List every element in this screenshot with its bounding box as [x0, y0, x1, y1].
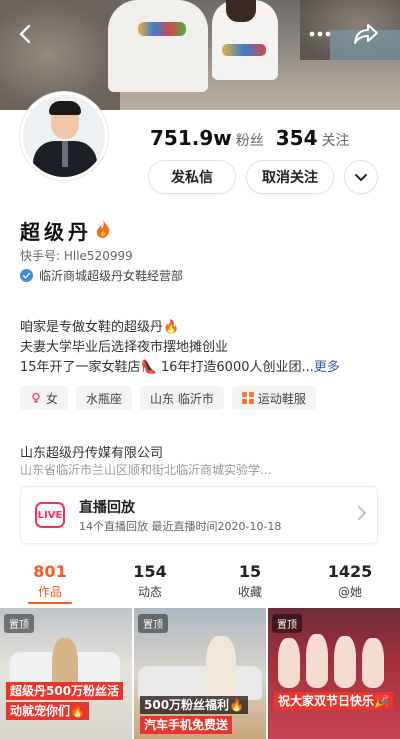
profile-tags: 女 水瓶座 山东 临沂市 运动鞋服 — [20, 386, 316, 410]
profile-name: 超级丹 — [20, 216, 112, 245]
avatar-tie — [62, 141, 68, 167]
video-thumbnail[interactable]: 置顶 500万粉丝福利🔥 汽车手机免费送 — [134, 608, 266, 739]
tab-mentions[interactable]: 1425 @她 — [300, 562, 400, 606]
tab-label: 收藏 — [237, 585, 262, 599]
tab-count: 154 — [133, 562, 167, 581]
thumb-car — [138, 666, 262, 700]
video-caption: 500万粉丝福利🔥 — [140, 696, 248, 714]
pinned-badge: 置顶 — [272, 614, 302, 633]
video-caption: 祝大家双节日快乐🎉 — [274, 692, 393, 710]
fans-count: 751.9w — [150, 126, 232, 150]
video-thumbnail[interactable]: 置顶 祝大家双节日快乐🎉 — [268, 608, 400, 739]
kuaishou-id[interactable]: 快手号: Hlle520999 — [20, 247, 133, 264]
live-replay-subtitle: 14个直播回放 最近直播时间2020-10-18 — [79, 520, 282, 533]
video-caption: 汽车手机免费送 — [140, 716, 233, 734]
tab-count: 15 — [238, 562, 262, 581]
following-count: 354 — [275, 126, 318, 150]
bio-line: 15年开了一家女鞋店👠 16年打造6000人创业团... — [20, 360, 314, 375]
fans-label: 粉丝 — [235, 133, 264, 149]
sports-grid-icon — [241, 392, 254, 404]
thumb-person — [306, 634, 328, 688]
cover-shirt-logo — [222, 44, 266, 56]
tag-label: 水瓶座 — [86, 391, 123, 406]
fans-stat[interactable]: 751.9w 粉丝 — [150, 126, 264, 150]
tag-zodiac: 水瓶座 — [76, 386, 133, 410]
female-icon — [32, 392, 40, 403]
thumb-person — [278, 638, 300, 688]
following-stat[interactable]: 354 关注 — [276, 126, 350, 150]
chevron-down-icon — [355, 174, 367, 181]
fire-icon — [94, 219, 112, 244]
bio: 咱家是专做女鞋的超级丹🔥 夫妻大学毕业后选择夜市摆地摊创业 15年开了一家女鞋店… — [20, 318, 380, 378]
tab-count: 1425 — [327, 562, 373, 581]
tab-works[interactable]: 801 作品 — [0, 562, 100, 606]
cover-person-left — [108, 0, 208, 92]
video-caption: 动就宠你们🔥 — [6, 702, 89, 720]
cover-hair — [226, 0, 256, 22]
thumb-person — [362, 638, 384, 688]
more-dots-icon[interactable] — [300, 14, 340, 54]
pinned-badge: 置顶 — [138, 614, 168, 633]
stats-row: 751.9w 粉丝 354 关注 — [150, 126, 350, 150]
following-label: 关注 — [321, 133, 350, 149]
thumb-person — [206, 636, 236, 700]
company-name[interactable]: 山东超级丹传媒有限公司 — [20, 442, 163, 461]
unfollow-button[interactable]: 取消关注 — [246, 160, 334, 194]
video-caption: 超级丹500万粉丝活 — [6, 682, 124, 700]
pinned-badge: 置顶 — [4, 614, 34, 633]
share-icon[interactable] — [346, 14, 386, 54]
avatar-hair — [49, 101, 81, 115]
tag-location: 山东 临沂市 — [140, 386, 224, 410]
tab-count: 801 — [33, 562, 67, 581]
thumb-person — [334, 636, 356, 688]
profile-name-text: 超级丹 — [20, 220, 92, 244]
bio-more-link[interactable]: 更多 — [314, 360, 340, 375]
cover-shirt-logo — [138, 22, 186, 36]
avatar[interactable] — [20, 92, 108, 180]
tab-label: 作品 — [37, 585, 62, 599]
verified-text: 临沂商城超级丹女鞋经营部 — [39, 269, 184, 283]
chevron-right-icon — [357, 505, 367, 526]
verified-check-icon — [20, 269, 33, 282]
profile-tabs: 801 作品 154 动态 15 收藏 1425 @她 — [0, 562, 400, 606]
tag-category[interactable]: 运动鞋服 — [231, 386, 316, 410]
send-message-button[interactable]: 发私信 — [148, 160, 236, 194]
tab-label: 动态 — [137, 585, 162, 599]
bio-line: 夫妻大学毕业后选择夜市摆地摊创业 — [20, 340, 229, 355]
live-replay-card[interactable]: LIVE 直播回放 14个直播回放 最近直播时间2020-10-18 — [20, 486, 378, 544]
video-grid: 置顶 超级丹500万粉丝活 动就宠你们🔥 置顶 500万粉丝福利🔥 汽车手机免费… — [0, 608, 400, 739]
video-thumbnail[interactable]: 置顶 超级丹500万粉丝活 动就宠你们🔥 — [0, 608, 132, 739]
company-address[interactable]: 山东省临沂市兰山区顺和街北临沂商城实验学... — [20, 461, 380, 478]
tab-favorites[interactable]: 15 收藏 — [200, 562, 300, 606]
back-arrow-icon[interactable] — [6, 14, 46, 54]
bio-line: 咱家是专做女鞋的超级丹🔥 — [20, 320, 180, 335]
tag-label: 运动鞋服 — [257, 391, 306, 406]
live-icon: LIVE — [35, 502, 65, 528]
live-replay-title: 直播回放 — [79, 500, 135, 516]
verified-badge: 临沂商城超级丹女鞋经营部 — [20, 267, 183, 284]
tag-label: 山东 临沂市 — [150, 391, 214, 406]
tab-moments[interactable]: 154 动态 — [100, 562, 200, 606]
tab-label: @她 — [337, 585, 362, 599]
tag-label: 女 — [46, 391, 59, 406]
tag-gender: 女 — [20, 386, 69, 410]
expand-more-button[interactable] — [344, 160, 378, 194]
